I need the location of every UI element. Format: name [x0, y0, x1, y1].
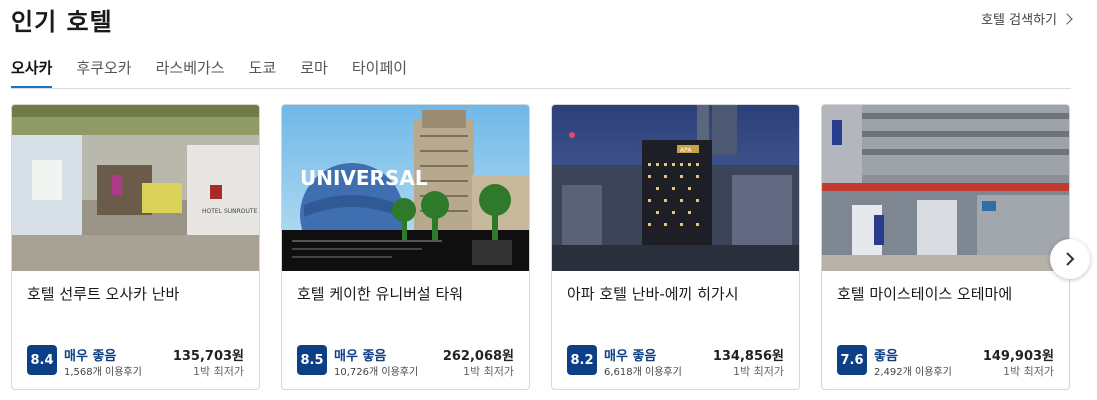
price-caption: 1박 최저가 [193, 365, 244, 378]
hotel-search-link-label: 호텔 검색하기 [981, 13, 1057, 28]
tab-rome[interactable]: 로마 [300, 55, 328, 88]
hotel-card-list: HOTEL SUNROUTE 호텔 선루트 오사카 난바 8.4 매우 좋음 1… [11, 104, 1071, 390]
hotel-photo [822, 105, 1069, 271]
hotel-card[interactable]: APA 아파 호텔 난바-에끼 히가시 8.2 매우 좋음 6,618개 이용후… [551, 104, 800, 390]
score-badge: 8.4 [27, 345, 57, 375]
tab-taipei[interactable]: 타이페이 [352, 55, 407, 88]
hotel-card[interactable]: HOTEL SUNROUTE 호텔 선루트 오사카 난바 8.4 매우 좋음 1… [11, 104, 260, 390]
rating-word: 매우 좋음 [604, 349, 657, 364]
price: 262,068원 [442, 349, 514, 364]
hotel-name: 호텔 마이스테이스 오테마에 [837, 285, 1013, 303]
review-count: 6,618개 이용후기 [604, 367, 682, 378]
hotel-photo: APA [552, 105, 799, 271]
score-badge: 7.6 [837, 345, 867, 375]
hotel-card[interactable]: UNIVERSAL 호텔 케이한 유니버설 타워 8.5 매우 좋음 10,72… [281, 104, 530, 390]
rating-word: 매우 좋음 [334, 349, 387, 364]
hotel-name: 호텔 선루트 오사카 난바 [27, 285, 180, 303]
review-count: 2,492개 이용후기 [874, 367, 952, 378]
city-tabs: 오사카 후쿠오카 라스베가스 도쿄 로마 타이페이 [11, 55, 1071, 89]
price: 149,903원 [982, 349, 1054, 364]
tab-fukuoka[interactable]: 후쿠오카 [76, 55, 131, 88]
rating-word: 좋음 [874, 349, 898, 364]
hotel-name: 호텔 케이한 유니버설 타워 [297, 285, 464, 303]
hotel-sign-text: APA [680, 147, 692, 154]
chevron-right-icon [1061, 13, 1073, 25]
hotel-card[interactable]: 호텔 마이스테이스 오테마에 7.6 좋음 2,492개 이용후기 149,90… [821, 104, 1070, 390]
price-caption: 1박 최저가 [733, 365, 784, 378]
page-title: 인기 호텔 [11, 8, 113, 36]
carousel-next-button[interactable] [1050, 239, 1090, 279]
hotel-photo: HOTEL SUNROUTE [12, 105, 259, 271]
price: 134,856원 [712, 349, 784, 364]
hotel-search-link[interactable]: 호텔 검색하기 [981, 9, 1073, 28]
score-badge: 8.2 [567, 345, 597, 375]
hotel-name: 아파 호텔 난바-에끼 히가시 [567, 285, 739, 303]
tab-tokyo[interactable]: 도쿄 [249, 55, 277, 88]
rating-word: 매우 좋음 [64, 349, 117, 364]
tab-osaka[interactable]: 오사카 [11, 55, 53, 88]
hotel-photo: UNIVERSAL [282, 105, 529, 271]
hotel-sign-text: UNIVERSAL [300, 166, 428, 190]
tab-las-vegas[interactable]: 라스베가스 [156, 55, 225, 88]
score-badge: 8.5 [297, 345, 327, 375]
price: 135,703원 [172, 349, 244, 364]
review-count: 1,568개 이용후기 [64, 367, 142, 378]
review-count: 10,726개 이용후기 [334, 367, 419, 378]
price-caption: 1박 최저가 [1003, 365, 1054, 378]
hotel-sign-text: HOTEL SUNROUTE [202, 208, 258, 215]
price-caption: 1박 최저가 [463, 365, 514, 378]
chevron-right-icon [1066, 252, 1075, 266]
